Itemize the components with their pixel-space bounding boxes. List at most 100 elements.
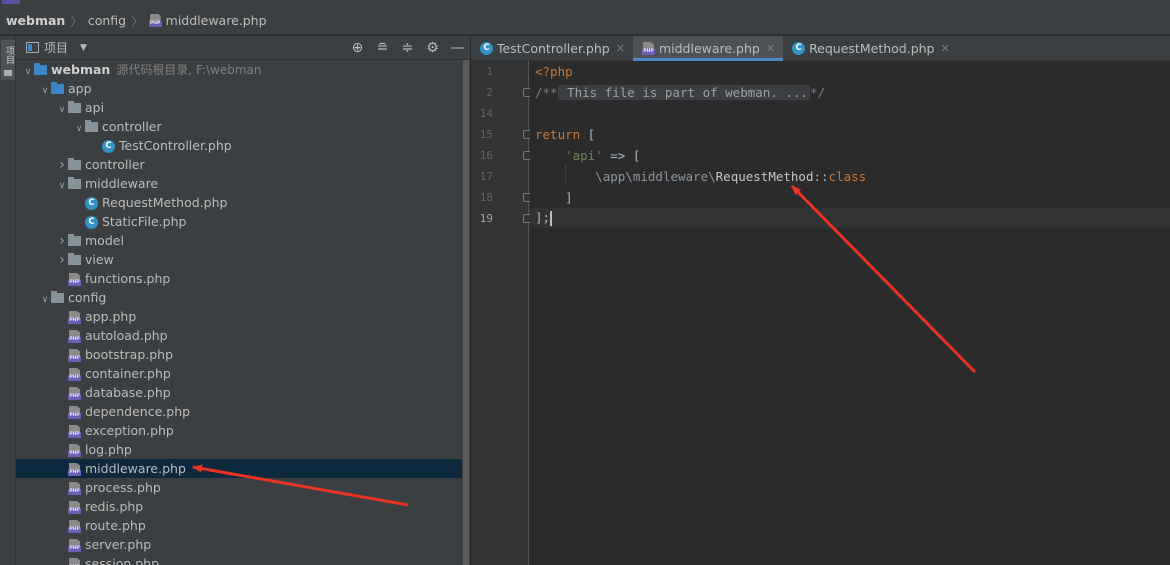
- tree-item-label: process.php: [85, 480, 161, 495]
- php-file-icon: [68, 463, 81, 476]
- folder-icon: [4, 70, 12, 76]
- php-file-icon: [68, 387, 81, 400]
- breadcrumb-project[interactable]: webman: [6, 13, 65, 28]
- tree-item-label: functions.php: [85, 271, 171, 286]
- tree-item[interactable]: server.php: [16, 535, 462, 554]
- collapse-all-icon[interactable]: ≑: [399, 39, 416, 57]
- tree-item[interactable]: container.php: [16, 364, 462, 383]
- chevron-right-icon[interactable]: ›: [56, 251, 68, 270]
- expand-all-icon[interactable]: ≘: [374, 39, 391, 57]
- close-icon[interactable]: ✕: [766, 42, 775, 55]
- project-tool-tab-label: 项目: [4, 46, 14, 64]
- tree-item[interactable]: › controller: [16, 155, 462, 174]
- chevron-right-icon[interactable]: ›: [56, 156, 68, 175]
- line-number: 2: [486, 86, 493, 99]
- editor-tab-label: middleware.php: [658, 41, 760, 56]
- editor-tab[interactable]: C RequestMethod.php ✕: [783, 36, 958, 61]
- tree-item[interactable]: app.php: [16, 307, 462, 326]
- tree-item[interactable]: redis.php: [16, 497, 462, 516]
- project-tool-tab[interactable]: 项目: [1, 40, 15, 80]
- tree-item[interactable]: ∨ app: [16, 79, 462, 98]
- php-file-icon: [641, 42, 655, 55]
- line-number-gutter: 1 2 14 15 16 17 18 19: [471, 61, 532, 565]
- editor-tab-label: RequestMethod.php: [809, 41, 935, 56]
- php-file-icon: [68, 558, 81, 565]
- tree-item[interactable]: C StaticFile.php: [16, 212, 462, 231]
- editor-tab[interactable]: middleware.php ✕: [632, 36, 784, 61]
- close-icon[interactable]: ✕: [940, 42, 949, 55]
- tree-item-label: route.php: [85, 518, 146, 533]
- breadcrumb-file[interactable]: middleware.php: [166, 13, 267, 28]
- app-logo-icon: [2, 0, 20, 4]
- tree-item[interactable]: session.php: [16, 554, 462, 565]
- folder-icon: [34, 62, 47, 75]
- php-file-icon: [68, 539, 81, 552]
- project-panel-title[interactable]: 项目: [44, 39, 68, 56]
- class-icon: C: [85, 197, 98, 210]
- tree-item[interactable]: autoload.php: [16, 326, 462, 345]
- project-tree: ∨ webman 源代码根目录, F:\webman ∨ app ∨ api ∨ control…: [16, 60, 462, 565]
- line-number: 14: [479, 107, 493, 120]
- target-icon[interactable]: ⊕: [349, 39, 366, 57]
- tree-item[interactable]: › model: [16, 231, 462, 250]
- tree-item[interactable]: ∨ config: [16, 288, 462, 307]
- tree-item-label: server.php: [85, 537, 152, 552]
- tree-item[interactable]: process.php: [16, 478, 462, 497]
- tree-item[interactable]: ∨ webman 源代码根目录, F:\webman: [16, 60, 462, 79]
- tree-item-label: middleware: [85, 176, 159, 191]
- breadcrumb: webman 〉 config 〉 middleware.php: [0, 6, 1170, 35]
- scrollbar-thumb[interactable]: [463, 60, 469, 565]
- php-file-icon: [68, 501, 81, 514]
- tree-item[interactable]: C TestController.php: [16, 136, 462, 155]
- tree-item[interactable]: exception.php: [16, 421, 462, 440]
- code-editor[interactable]: <?php /** This file is part of webman. .…: [530, 61, 1170, 565]
- tree-item-label: database.php: [85, 385, 171, 400]
- tree-item[interactable]: ∨ controller: [16, 117, 462, 136]
- tree-item[interactable]: bootstrap.php: [16, 345, 462, 364]
- chevron-right-icon: 〉: [131, 13, 144, 29]
- folded-comment[interactable]: This file is part of webman. ...: [557, 85, 810, 100]
- php-file-icon: [68, 444, 81, 457]
- folder-icon: [68, 233, 81, 246]
- line-number: 15: [479, 128, 493, 141]
- gear-icon[interactable]: ⚙: [424, 39, 441, 57]
- tree-item[interactable]: ∨ middleware: [16, 174, 462, 193]
- tree-item[interactable]: route.php: [16, 516, 462, 535]
- tree-item[interactable]: functions.php: [16, 269, 462, 288]
- php-file-icon: [68, 520, 81, 533]
- php-file-icon: [68, 368, 81, 381]
- folder-icon: [51, 290, 64, 303]
- breadcrumb-config[interactable]: config: [88, 13, 126, 28]
- php-file-icon: [68, 406, 81, 419]
- line-number: 1: [486, 65, 493, 78]
- current-line-highlight: [530, 208, 1170, 228]
- tree-item-label: RequestMethod.php: [102, 195, 228, 210]
- line-number: 17: [479, 170, 493, 183]
- chevron-right-icon: 〉: [70, 13, 83, 29]
- tree-item[interactable]: log.php: [16, 440, 462, 459]
- folder-icon: [68, 176, 81, 189]
- tree-item-label: app.php: [85, 309, 137, 324]
- php-file-icon: [68, 330, 81, 343]
- php-file-icon: [148, 14, 162, 27]
- tree-item-label: StaticFile.php: [102, 214, 187, 229]
- tree-item[interactable]: middleware.php: [16, 459, 462, 478]
- chevron-right-icon[interactable]: ›: [56, 232, 68, 251]
- minimize-icon[interactable]: —: [449, 39, 466, 57]
- tree-item-label: controller: [85, 157, 145, 172]
- folder-icon: [68, 100, 81, 113]
- line-number: 16: [479, 149, 493, 162]
- editor-tab[interactable]: C TestController.php ✕: [471, 36, 633, 61]
- close-icon[interactable]: ✕: [616, 42, 625, 55]
- php-file-icon: [68, 273, 81, 286]
- dropdown-arrow-icon[interactable]: ▼: [80, 43, 87, 53]
- editor-tabs: CTestController.php✕middleware.php✕CRequ…: [471, 36, 1170, 61]
- tree-item-label: webman: [51, 62, 111, 77]
- tree-item[interactable]: database.php: [16, 383, 462, 402]
- tree-item[interactable]: › view: [16, 250, 462, 269]
- tree-item[interactable]: ∨ api: [16, 98, 462, 117]
- indent-guide: [565, 166, 566, 186]
- tree-item[interactable]: dependence.php: [16, 402, 462, 421]
- tree-item[interactable]: C RequestMethod.php: [16, 193, 462, 212]
- tree-scrollbar[interactable]: [462, 60, 470, 565]
